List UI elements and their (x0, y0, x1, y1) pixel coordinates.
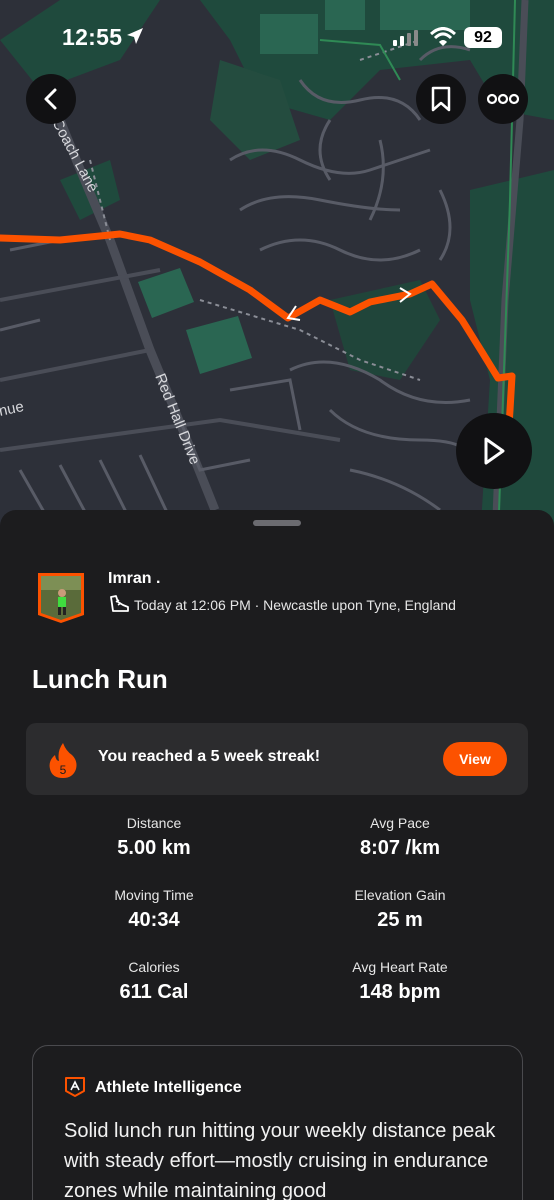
streak-card[interactable]: 5 You reached a 5 week streak! View (26, 723, 528, 795)
stat-value: 8:07 /km (359, 837, 441, 859)
battery-indicator: 92 (464, 27, 502, 48)
wifi-icon (430, 27, 456, 46)
stat-label: Avg Heart Rate (352, 959, 448, 975)
stat-distance: Distance 5.00 km (34, 815, 274, 860)
activity-meta: Today at 12:06 PM · Newcastle upon Tyne,… (134, 597, 456, 613)
bookmark-icon (431, 86, 451, 112)
avatar[interactable] (36, 571, 86, 625)
status-bar: 12:55 92 (0, 0, 554, 76)
stat-value: 40:34 (128, 909, 180, 931)
activity-title: Lunch Run (32, 664, 168, 694)
play-icon (484, 437, 505, 465)
more-options-button[interactable] (478, 74, 528, 124)
more-icon (487, 93, 519, 105)
stat-label: Avg Pace (370, 815, 430, 831)
stat-value: 611 Cal (119, 981, 189, 1003)
stat-label: Elevation Gain (354, 887, 446, 903)
cellular-signal-icon (393, 30, 418, 46)
stat-calories: Calories 611 Cal (34, 959, 274, 1004)
athlete-intelligence-card[interactable]: Athlete Intelligence Solid lunch run hit… (32, 1045, 523, 1200)
stat-moving-time: Moving Time 40:34 (34, 887, 274, 932)
ai-card-summary: Solid lunch run hitting your weekly dist… (64, 1120, 496, 1200)
stat-avg-heart-rate: Avg Heart Rate 148 bpm (280, 959, 520, 1004)
bookmark-button[interactable] (416, 74, 466, 124)
activity-sheet: Imran . Today at 12:06 PM · Newcastle up… (0, 510, 554, 1200)
stat-value: 25 m (377, 909, 423, 931)
stat-label: Distance (126, 815, 182, 831)
streak-count: 5 (60, 763, 67, 777)
streak-message: You reached a 5 week streak! (98, 748, 321, 765)
chevron-left-icon (44, 88, 57, 110)
back-button[interactable] (26, 74, 76, 124)
stat-label: Calories (128, 959, 180, 975)
play-flyover-button[interactable] (456, 413, 532, 489)
ai-card-title: Athlete Intelligence (95, 1079, 242, 1096)
stat-value: 148 bpm (359, 981, 441, 1003)
stat-label: Moving Time (114, 887, 194, 903)
athlete-intelligence-icon (65, 1077, 85, 1097)
flame-icon: 5 (49, 743, 77, 778)
stat-avg-pace: Avg Pace 8:07 /km (280, 815, 520, 860)
athlete-name[interactable]: Imran . (108, 570, 160, 588)
stat-elevation-gain: Elevation Gain 25 m (280, 887, 520, 932)
stat-value: 5.00 km (117, 837, 191, 859)
shoe-icon (110, 595, 129, 612)
view-streak-button[interactable]: View (443, 742, 507, 776)
clock: 12:55 (62, 24, 123, 50)
location-arrow-icon (127, 28, 143, 44)
sheet-drag-handle[interactable] (253, 520, 301, 526)
